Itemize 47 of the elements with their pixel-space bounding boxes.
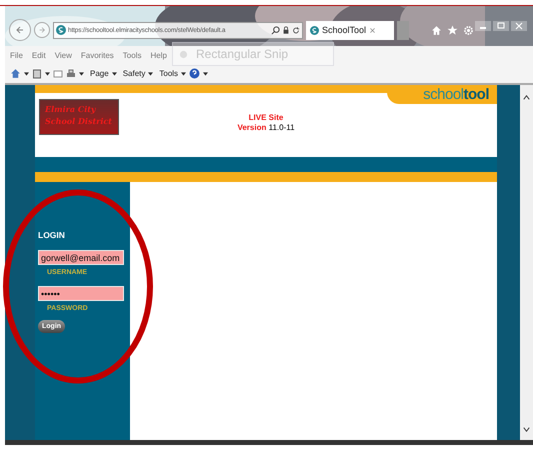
caret-icon[interactable] bbox=[79, 72, 84, 76]
menu-item[interactable]: Favorites bbox=[80, 50, 114, 60]
forward-button[interactable] bbox=[34, 22, 50, 38]
arrow-icon[interactable] bbox=[38, 26, 46, 34]
command-menu[interactable]: Safety bbox=[122, 69, 146, 78]
refresh-icon[interactable] bbox=[292, 26, 300, 34]
menu-item[interactable]: View bbox=[54, 50, 72, 60]
brand-logo: schooltool bbox=[387, 85, 497, 104]
version-number: 11.0-11 bbox=[268, 123, 295, 132]
star-icon[interactable] bbox=[447, 24, 458, 36]
back-button[interactable] bbox=[9, 19, 31, 41]
browser-tab[interactable]: SchoolTool bbox=[306, 20, 394, 40]
version-label: Version bbox=[237, 123, 266, 132]
menu-item[interactable]: Edit bbox=[32, 50, 46, 60]
site-icon[interactable] bbox=[310, 26, 319, 34]
site-icon[interactable] bbox=[56, 25, 66, 35]
tab-title: SchoolTool bbox=[322, 25, 366, 35]
help-icon[interactable] bbox=[189, 68, 200, 79]
scroll-down-icon[interactable] bbox=[522, 425, 531, 434]
input-field[interactable]: •••••• bbox=[38, 286, 124, 301]
search-icon[interactable] bbox=[271, 26, 280, 34]
settings-icon[interactable] bbox=[463, 24, 474, 36]
scroll-up-icon[interactable] bbox=[522, 93, 531, 102]
close-icon[interactable] bbox=[511, 21, 527, 31]
command-menu[interactable]: Page bbox=[90, 69, 109, 78]
close-icon[interactable] bbox=[369, 26, 376, 34]
menu-item[interactable]: File bbox=[10, 50, 23, 60]
caret-icon[interactable] bbox=[112, 72, 117, 76]
menu-item[interactable]: Tools bbox=[122, 50, 142, 60]
caret-icon[interactable] bbox=[203, 72, 208, 76]
site-status: LIVE Site bbox=[248, 113, 284, 123]
caret-icon[interactable] bbox=[24, 72, 29, 76]
arrow-icon[interactable] bbox=[15, 25, 25, 35]
lock-icon[interactable] bbox=[282, 26, 290, 34]
district-logo: Elmira City School District bbox=[39, 99, 119, 135]
home-icon[interactable] bbox=[10, 68, 21, 79]
command-menu[interactable]: Tools bbox=[159, 69, 178, 78]
minimize-icon[interactable] bbox=[475, 21, 491, 31]
caret-icon[interactable] bbox=[45, 72, 50, 76]
caret-icon[interactable] bbox=[181, 72, 186, 76]
login-heading: LOGIN bbox=[38, 230, 66, 240]
input-field[interactable]: gorwell@email.com bbox=[38, 250, 124, 265]
maximize-icon[interactable] bbox=[493, 21, 509, 31]
home-icon[interactable] bbox=[431, 24, 442, 36]
printer-icon[interactable] bbox=[66, 68, 76, 78]
menu-item[interactable]: Help bbox=[150, 50, 167, 60]
caret-icon[interactable] bbox=[148, 72, 154, 76]
